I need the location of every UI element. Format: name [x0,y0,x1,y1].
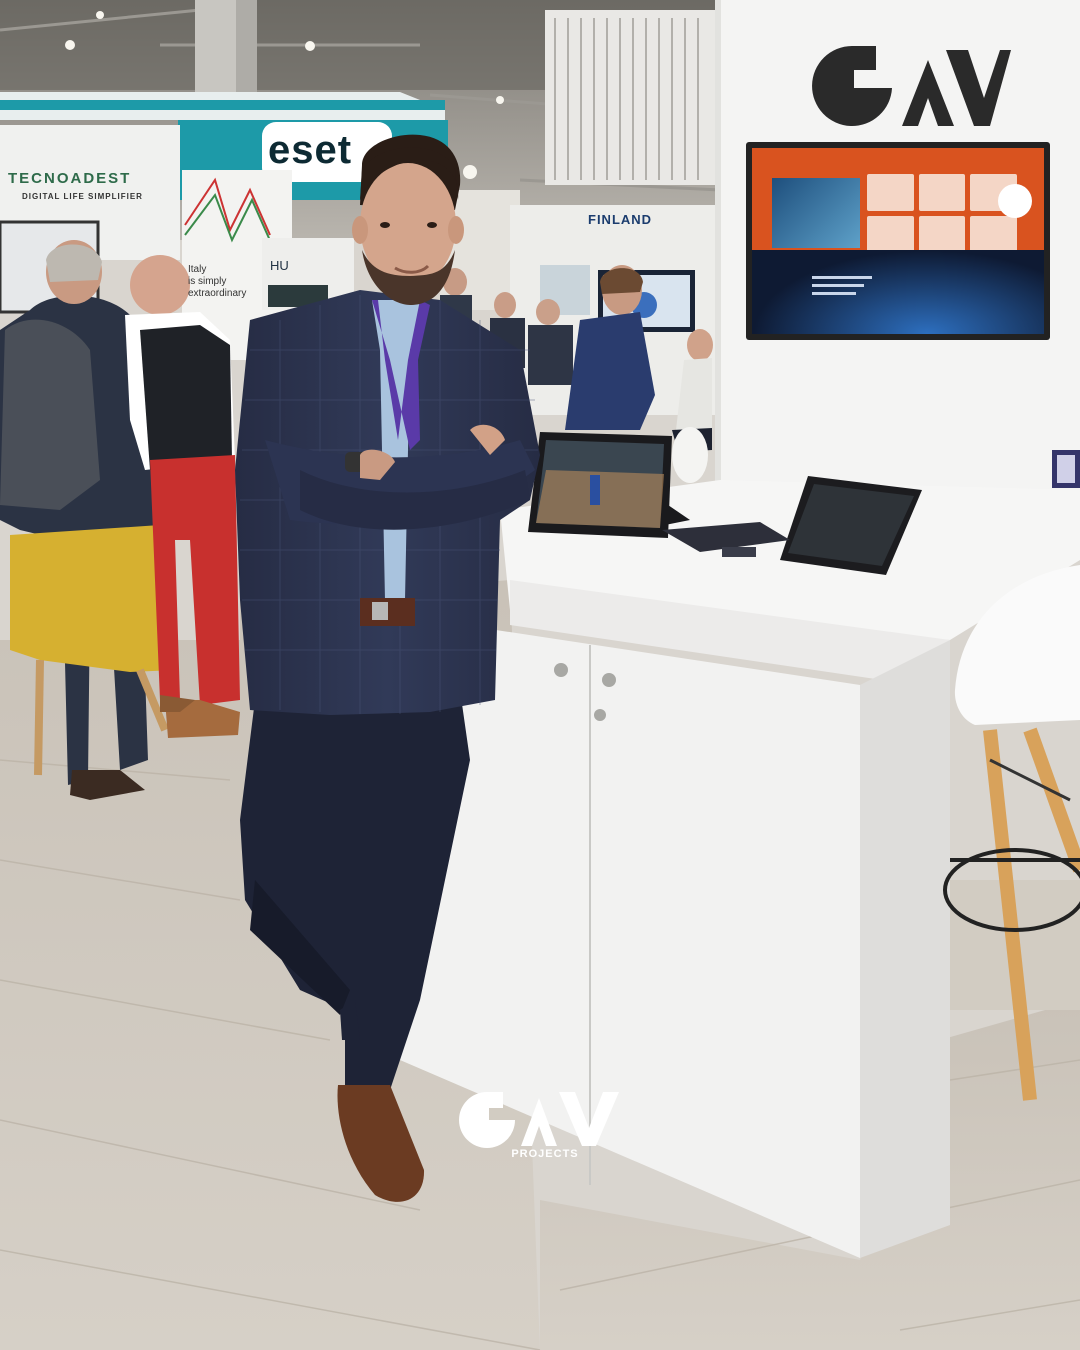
italy-sign-1: Italy is simply extraordinary [188,264,246,300]
tv-logo-circle [998,184,1032,218]
tv-tile-grid [867,174,1017,252]
gav-watermark-sublabel: PROJECTS [511,1148,579,1160]
hu-sign: HU [270,258,289,273]
tv-display [752,148,1044,334]
tv-tile [867,215,914,252]
tecnoadest-sign-tagline: DIGITAL LIFE SIMPLIFIER [22,192,143,201]
tv-tile [867,174,914,211]
italy-sign-line2: is simply [188,276,227,287]
tecnoadest-sign-name: TECNOADEST [8,170,132,187]
tv-tile [970,215,1017,252]
tv-bottom-panel [752,250,1044,334]
gav-watermark-logo [459,1092,619,1148]
finland-sign: FINLAND [588,212,653,227]
booth-gav-logo [812,46,1011,126]
italy-sign-line3: extraordinary [188,288,247,299]
tv-photo-tile [772,178,860,248]
tv-text-line [812,284,864,287]
tv-tile [918,174,966,211]
italy-sign-line1: Italy [188,264,207,275]
tv-text-line [812,276,872,279]
tv-tile [918,215,966,252]
booth-tv-screen [746,142,1050,340]
tv-text-line [812,292,856,295]
trade-show-photo: TECNOADEST DIGITAL LIFE SIMPLIFIER eset … [0,0,1080,1350]
eset-sign: eset [268,128,353,172]
